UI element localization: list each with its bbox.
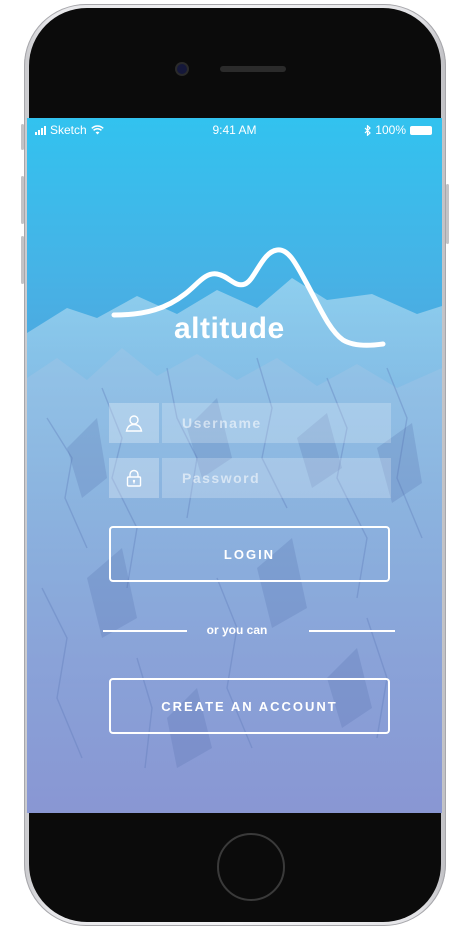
logo-text: altitude (174, 312, 285, 345)
front-camera (177, 64, 187, 74)
login-button[interactable]: LOGIN (109, 526, 390, 582)
volume-down-button (21, 236, 24, 284)
username-input[interactable] (162, 403, 391, 443)
volume-up-button (21, 176, 24, 224)
bluetooth-icon (364, 124, 372, 136)
divider-line-left (103, 630, 187, 632)
create-account-button[interactable]: CREATE AN ACCOUNT (109, 678, 390, 734)
status-bar: Sketch 9:41 AM 100% (27, 118, 442, 140)
user-icon (125, 415, 143, 432)
earpiece-speaker (220, 66, 286, 72)
password-field (109, 458, 391, 498)
battery-icon (410, 125, 432, 135)
power-button (446, 184, 449, 244)
divider-text: or you can (206, 623, 268, 637)
home-button[interactable] (217, 833, 285, 901)
divider-line-right (309, 630, 395, 632)
altitude-logo: altitude (107, 238, 387, 358)
username-icon-box (109, 403, 159, 443)
lock-icon (126, 469, 142, 487)
username-field (109, 403, 391, 443)
password-input[interactable] (162, 458, 391, 498)
app-screen: Sketch 9:41 AM 100% altitude Username LO… (27, 118, 442, 813)
password-icon-box (109, 458, 159, 498)
silent-switch (21, 124, 24, 150)
battery-percent: 100% (375, 123, 406, 137)
status-right: 100% (364, 123, 432, 137)
